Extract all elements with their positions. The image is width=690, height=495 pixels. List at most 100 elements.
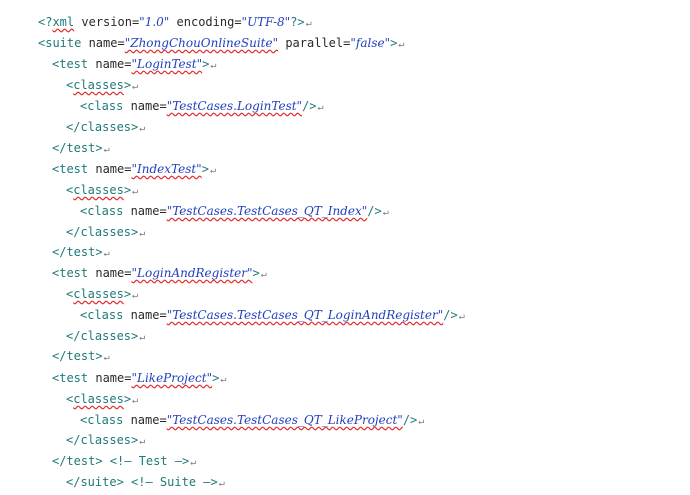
code-token: <!— Suite —> bbox=[131, 475, 218, 489]
code-token: > bbox=[201, 162, 209, 176]
code-token: </test> bbox=[52, 349, 103, 363]
code-token: name= bbox=[88, 162, 132, 176]
code-token: /> bbox=[443, 308, 458, 322]
code-token: /> bbox=[302, 99, 317, 113]
code-token: </classes> bbox=[66, 120, 139, 134]
code-line: </test>↵ bbox=[52, 243, 110, 261]
code-token: <!— Test —> bbox=[109, 454, 190, 468]
return-mark-icon: ↵ bbox=[103, 248, 110, 259]
code-token: classes bbox=[73, 392, 124, 406]
code-line: </classes>↵ bbox=[66, 327, 145, 345]
code-line: <suite name="ZhongChouOnlineSuite" paral… bbox=[38, 34, 404, 52]
code-token: version= bbox=[74, 15, 140, 29]
return-mark-icon: ↵ bbox=[139, 228, 146, 239]
code-token: encoding= bbox=[169, 15, 242, 29]
code-token: > bbox=[123, 78, 132, 92]
code-token: "LikeProject" bbox=[131, 371, 213, 385]
code-line: <class name="TestCases.TestCases_QT_Inde… bbox=[80, 202, 389, 220]
code-line: <class name="TestCases.TestCases_QT_Logi… bbox=[80, 306, 465, 324]
code-token: classes bbox=[73, 183, 124, 197]
code-token: "TestCases.TestCases_QT_LikeProject" bbox=[166, 413, 403, 427]
code-line: <classes>↵ bbox=[66, 181, 138, 199]
code-token: > bbox=[123, 183, 132, 197]
return-mark-icon: ↵ bbox=[139, 332, 146, 343]
return-mark-icon: ↵ bbox=[139, 436, 146, 447]
code-token: "1.0" bbox=[139, 15, 170, 29]
code-token: "TestCases.TestCases_QT_LoginAndRegister… bbox=[166, 308, 444, 322]
return-mark-icon: ↵ bbox=[210, 60, 217, 71]
code-line: <test name="LikeProject">↵ bbox=[52, 369, 226, 387]
code-token: name= bbox=[88, 371, 132, 385]
code-token: <test bbox=[52, 371, 89, 385]
return-mark-icon: ↵ bbox=[132, 290, 139, 301]
code-token: "LoginAndRegister" bbox=[131, 266, 253, 280]
code-token: > bbox=[212, 371, 220, 385]
code-token: > bbox=[202, 57, 210, 71]
code-token: "ZhongChouOnlineSuite" bbox=[124, 36, 279, 50]
return-mark-icon: ↵ bbox=[190, 457, 197, 468]
code-token: <class bbox=[80, 308, 124, 322]
code-token: name= bbox=[123, 413, 167, 427]
return-mark-icon: ↵ bbox=[139, 123, 146, 134]
code-token: </test> bbox=[52, 141, 103, 155]
code-token: </classes> bbox=[66, 225, 139, 239]
code-token: name= bbox=[123, 99, 167, 113]
code-line: </test>↵ bbox=[52, 347, 110, 365]
code-line: <test name="LoginTest">↵ bbox=[52, 55, 216, 73]
code-line: </classes>↵ bbox=[66, 118, 145, 136]
return-mark-icon: ↵ bbox=[220, 374, 227, 385]
return-mark-icon: ↵ bbox=[458, 311, 465, 322]
code-line: <?xml version="1.0" encoding="UTF-8"?>↵ bbox=[38, 13, 312, 31]
code-token: "LoginTest" bbox=[131, 57, 203, 71]
code-token: parallel= bbox=[278, 36, 351, 50]
code-line: </test>↵ bbox=[52, 139, 110, 157]
return-mark-icon: ↵ bbox=[103, 352, 110, 363]
code-line: <test name="IndexTest">↵ bbox=[52, 160, 216, 178]
return-mark-icon: ↵ bbox=[103, 144, 110, 155]
code-token: </test> bbox=[52, 245, 103, 259]
return-mark-icon: ↵ bbox=[398, 39, 405, 50]
code-line: <test name="LoginAndRegister">↵ bbox=[52, 264, 267, 282]
code-token: "TestCases.TestCases_QT_Index" bbox=[166, 204, 368, 218]
code-token: name= bbox=[88, 266, 132, 280]
code-token: ?> bbox=[290, 15, 305, 29]
code-token: </classes> bbox=[66, 433, 139, 447]
code-token: /> bbox=[402, 413, 418, 427]
code-token: > bbox=[390, 36, 398, 50]
code-token: /> bbox=[367, 204, 382, 218]
code-token: name= bbox=[88, 57, 132, 71]
return-mark-icon: ↵ bbox=[132, 395, 139, 406]
code-token: classes bbox=[73, 78, 124, 92]
code-token: <class bbox=[80, 99, 124, 113]
code-token: "false" bbox=[350, 36, 391, 50]
code-token: > bbox=[252, 266, 260, 280]
code-token: <test bbox=[52, 57, 89, 71]
code-token: </suite> bbox=[66, 475, 132, 489]
code-token: "TestCases.LoginTest" bbox=[166, 99, 303, 113]
code-token: name= bbox=[123, 308, 167, 322]
code-token: <class bbox=[80, 204, 124, 218]
code-token: > bbox=[123, 392, 132, 406]
code-line: </test> <!— Test —>↵ bbox=[52, 452, 196, 470]
return-mark-icon: ↵ bbox=[382, 207, 389, 218]
return-mark-icon: ↵ bbox=[418, 416, 425, 427]
code-token: name= bbox=[81, 36, 125, 50]
code-token: name= bbox=[123, 204, 167, 218]
return-mark-icon: ↵ bbox=[132, 186, 139, 197]
code-token: "IndexTest" bbox=[131, 162, 202, 176]
code-token: </test> bbox=[52, 454, 110, 468]
return-mark-icon: ↵ bbox=[317, 102, 324, 113]
code-line: <classes>↵ bbox=[66, 285, 138, 303]
code-token: > bbox=[123, 287, 132, 301]
code-token: <class bbox=[80, 413, 124, 427]
return-mark-icon: ↵ bbox=[209, 165, 216, 176]
code-token: classes bbox=[73, 287, 124, 301]
code-token: <suite bbox=[38, 36, 82, 50]
code-line: <classes>↵ bbox=[66, 390, 138, 408]
code-line: <class name="TestCases.TestCases_QT_Like… bbox=[80, 411, 424, 429]
code-line: </suite> <!— Suite —>↵ bbox=[66, 473, 225, 491]
code-line: </classes>↵ bbox=[66, 431, 145, 449]
code-token: <? bbox=[38, 15, 53, 29]
return-mark-icon: ↵ bbox=[132, 81, 139, 92]
code-token: </classes> bbox=[66, 329, 139, 343]
